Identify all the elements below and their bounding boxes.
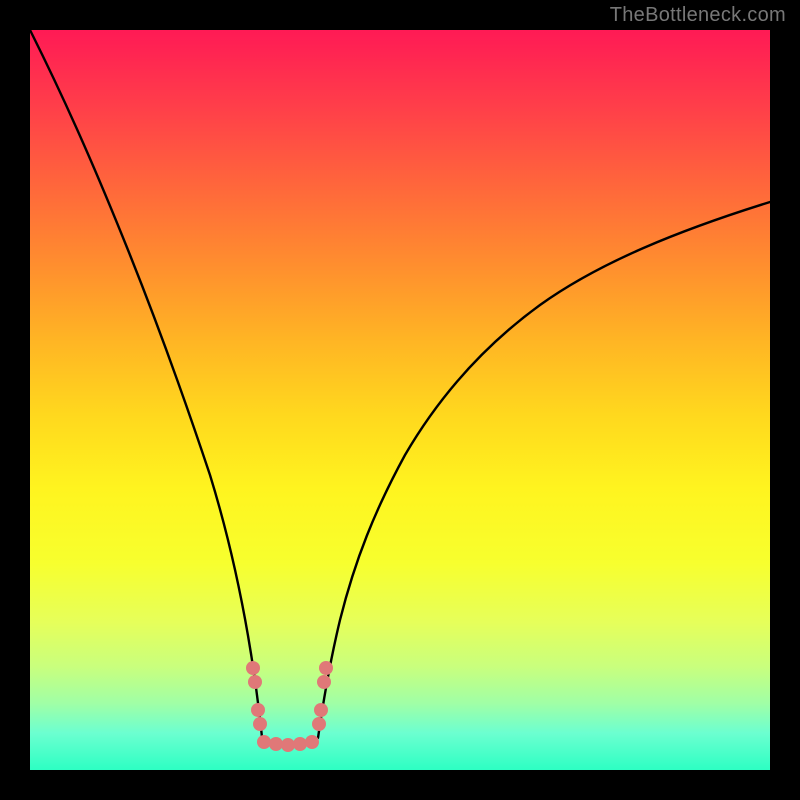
chart-frame: TheBottleneck.com bbox=[0, 0, 800, 800]
watermark-text: TheBottleneck.com bbox=[610, 4, 786, 27]
right-marker-pair bbox=[312, 661, 333, 731]
left-curve bbox=[30, 30, 262, 738]
valley-blob bbox=[257, 735, 319, 752]
plot-area bbox=[30, 30, 770, 770]
bottleneck-curve bbox=[30, 30, 770, 770]
right-curve bbox=[318, 202, 770, 738]
